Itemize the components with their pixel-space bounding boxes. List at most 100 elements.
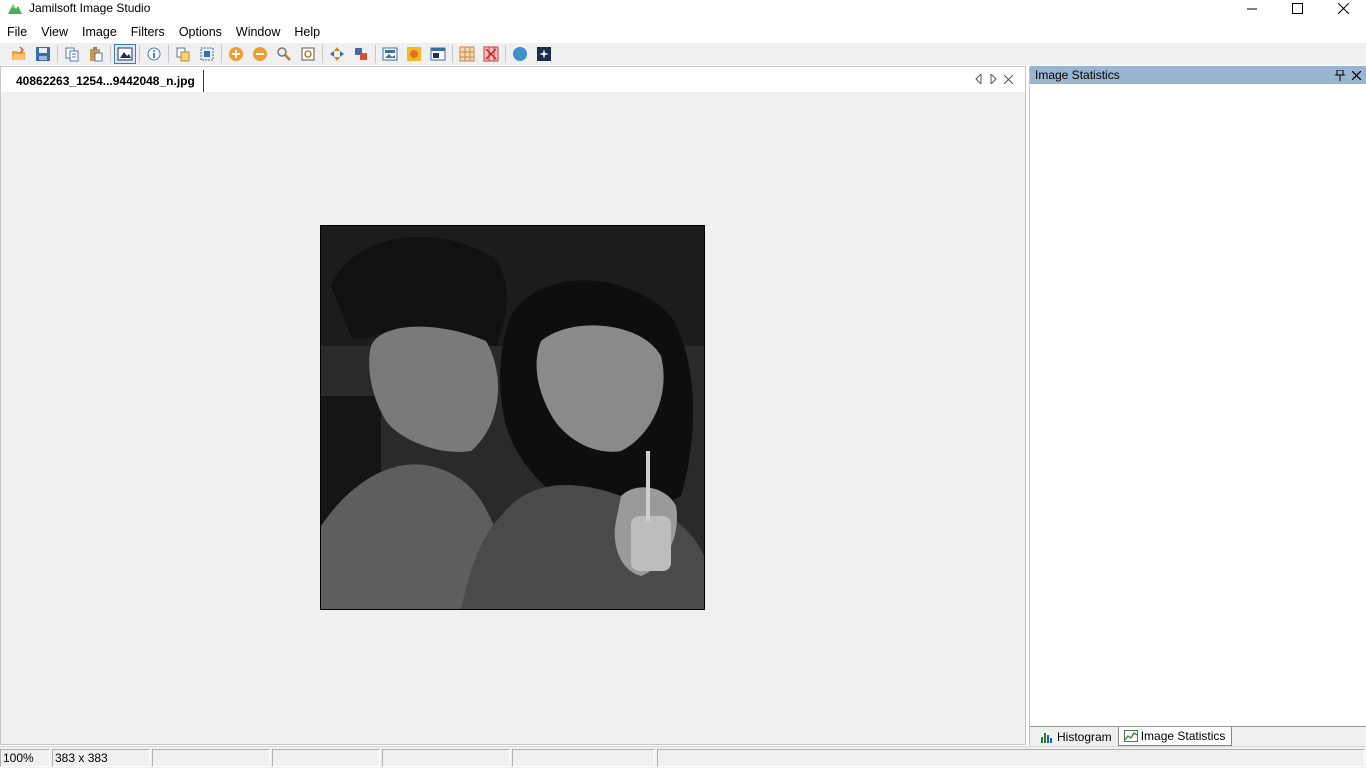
image-canvas[interactable]: [1, 92, 1025, 744]
close-icon: [1337, 3, 1349, 14]
photo-content: [321, 226, 704, 609]
paste-icon: [90, 47, 103, 62]
effect-button[interactable]: [403, 44, 425, 64]
select-icon: [200, 47, 214, 61]
move-button[interactable]: [326, 44, 348, 64]
window-button[interactable]: [427, 44, 449, 64]
tab-histogram[interactable]: Histogram: [1035, 727, 1118, 746]
duplicate-icon: [176, 47, 190, 62]
window-title: Jamilsoft Image Studio: [29, 1, 151, 15]
image-view-icon: [117, 47, 133, 61]
status-dimensions: 383 x 383: [52, 749, 150, 767]
zoom-out-button[interactable]: [249, 44, 271, 64]
menu-view[interactable]: View: [34, 22, 75, 42]
menu-options[interactable]: Options: [172, 22, 229, 42]
select-button[interactable]: [196, 44, 218, 64]
document-tab[interactable]: 40862263_1254...9442048_n.jpg: [9, 70, 204, 92]
toolbar-separator: [168, 45, 169, 63]
tab-histogram-label: Histogram: [1057, 729, 1112, 744]
effect-icon: [407, 47, 421, 61]
panel-close-button[interactable]: [1349, 68, 1363, 82]
panel-title: Image Statistics: [1035, 68, 1120, 82]
save-button[interactable]: [32, 44, 54, 64]
histogram-icon: [1041, 732, 1052, 743]
toolbar-separator: [375, 45, 376, 63]
document-area: 40862263_1254...9442048_n.jpg: [0, 66, 1026, 745]
status-zoom: 100%: [0, 749, 50, 767]
pin-icon: [1335, 69, 1345, 81]
fit-button[interactable]: [297, 44, 319, 64]
panel-header: Image Statistics: [1030, 66, 1366, 84]
toolbar-separator: [322, 45, 323, 63]
triangle-left-icon: [975, 74, 982, 84]
grid-button[interactable]: [456, 44, 478, 64]
maximize-icon: [1291, 3, 1303, 14]
zoom-in-button[interactable]: [225, 44, 247, 64]
status-cell-empty: [512, 749, 655, 767]
grid-clear-button[interactable]: [480, 44, 502, 64]
open-folder-icon: [12, 46, 26, 60]
info-button[interactable]: [143, 44, 165, 64]
window-icon: [430, 47, 446, 61]
pin-button[interactable]: [1333, 68, 1347, 82]
status-cell-empty: [272, 749, 380, 767]
toolbar-separator: [139, 45, 140, 63]
picture-button[interactable]: [379, 44, 401, 64]
status-bar: 100% 383 x 383: [0, 746, 1366, 768]
menu-window[interactable]: Window: [229, 22, 287, 42]
save-icon: [36, 47, 50, 61]
triangle-right-icon: [990, 74, 997, 84]
menu-image[interactable]: Image: [75, 22, 124, 42]
status-cell-empty: [657, 749, 1365, 767]
tab-image-statistics[interactable]: Image Statistics: [1117, 727, 1233, 746]
panel-tabs: Histogram Image Statistics: [1030, 726, 1366, 746]
maximize-button[interactable]: [1274, 0, 1320, 17]
duplicate-button[interactable]: [172, 44, 194, 64]
zoom-out-icon: [253, 47, 267, 61]
toolbar: [0, 43, 1366, 65]
toolbar-separator: [452, 45, 453, 63]
resize-icon: [355, 48, 367, 60]
magnifier-icon: [277, 47, 291, 61]
tab-scroll-left-button[interactable]: [973, 73, 985, 85]
app-logo-icon: [8, 4, 22, 14]
image-photo: [320, 225, 705, 610]
resize-button[interactable]: [350, 44, 372, 64]
image-view-button[interactable]: [114, 44, 136, 64]
grid-red-icon: [483, 46, 499, 62]
minimize-icon: [1246, 8, 1257, 10]
status-cell-empty: [382, 749, 510, 767]
globe-button[interactable]: [509, 44, 531, 64]
close-icon: [1351, 70, 1361, 80]
grid-icon: [459, 46, 475, 62]
sparkle-button[interactable]: [533, 44, 555, 64]
toolbar-separator: [110, 45, 111, 63]
move-icon: [330, 47, 344, 61]
sparkle-icon: [537, 47, 551, 61]
zoom-in-icon: [229, 47, 243, 61]
info-icon: [147, 47, 161, 61]
magnifier-button[interactable]: [273, 44, 295, 64]
panel-body: [1030, 84, 1366, 726]
toolbar-separator: [221, 45, 222, 63]
globe-icon: [513, 47, 527, 61]
menu-filters[interactable]: Filters: [124, 22, 172, 42]
minimize-button[interactable]: [1229, 0, 1275, 17]
tab-scroll-right-button[interactable]: [987, 73, 999, 85]
image-statistics-panel: Image Statistics Histogram Image Statist…: [1029, 66, 1366, 746]
tab-image-statistics-label: Image Statistics: [1140, 729, 1226, 743]
tab-close-button[interactable]: [1002, 73, 1014, 85]
document-tab-strip: 40862263_1254...9442048_n.jpg: [1, 67, 1025, 92]
menu-help[interactable]: Help: [287, 22, 327, 42]
copy-button[interactable]: [61, 44, 83, 64]
title-bar: Jamilsoft Image Studio: [0, 0, 1366, 17]
paste-button[interactable]: [85, 44, 107, 64]
status-cell-empty: [152, 749, 270, 767]
menu-file[interactable]: File: [0, 22, 34, 42]
open-button[interactable]: [8, 44, 30, 64]
menu-bar: File View Image Filters Options Window H…: [0, 22, 1366, 42]
close-icon: [1003, 74, 1013, 84]
copy-icon: [65, 47, 79, 62]
close-button[interactable]: [1320, 0, 1366, 17]
toolbar-separator: [57, 45, 58, 63]
